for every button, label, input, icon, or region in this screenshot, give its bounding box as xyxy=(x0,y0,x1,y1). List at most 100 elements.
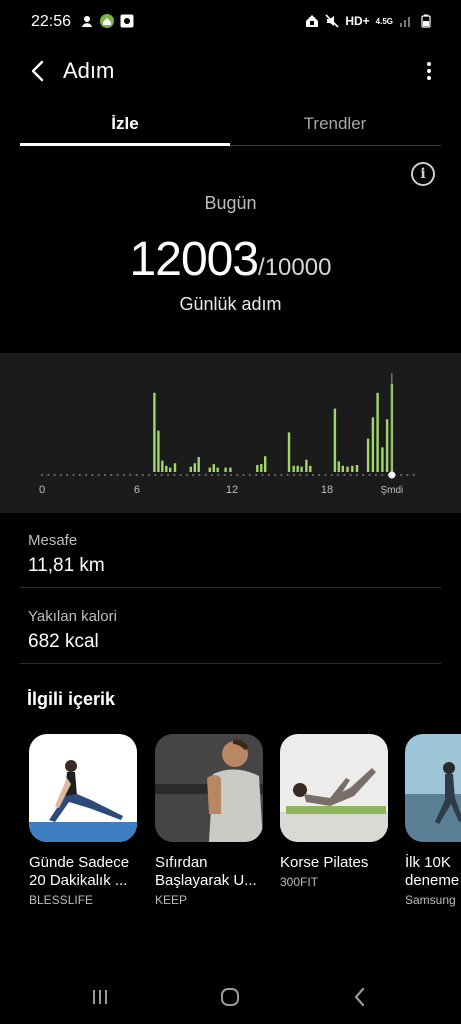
chart-bar xyxy=(212,464,215,472)
chart-baseline-dot xyxy=(261,473,264,477)
chart-bar xyxy=(260,464,263,472)
chart-baseline-dot xyxy=(198,473,201,477)
chart-baseline-dot xyxy=(267,473,270,477)
card-title: Sıfırdan xyxy=(155,854,208,871)
chart-bar xyxy=(296,465,299,472)
chart-baseline-dot xyxy=(110,473,113,477)
more-dot xyxy=(427,69,431,73)
chart-baseline-dot xyxy=(85,473,88,477)
chart-baseline-dot xyxy=(381,473,384,477)
notification-icons xyxy=(80,14,134,28)
divider xyxy=(20,663,441,664)
related-card[interactable]: Günde Sadece 20 Dakikalık ... BLESSLIFE xyxy=(29,734,137,907)
mute-icon xyxy=(325,14,339,28)
back-nav-button[interactable] xyxy=(344,982,374,1012)
back-icon xyxy=(354,987,365,1007)
related-card[interactable]: İlk 10K deneme Samsung xyxy=(405,734,461,907)
chart-baseline-dot xyxy=(53,473,56,477)
chart-baseline-dot xyxy=(173,473,176,477)
info-icon[interactable]: i xyxy=(411,162,435,186)
chart-bar xyxy=(337,461,340,472)
chart-canvas: 0 6 12 18 Şmdi xyxy=(39,373,415,496)
chart-tick-label: 18 xyxy=(321,484,333,496)
related-card[interactable]: Korse Pilates 300FIT xyxy=(280,734,388,889)
chart-bar xyxy=(256,465,259,472)
chevron-left-icon xyxy=(31,60,44,82)
chart-baseline-dot xyxy=(236,473,239,477)
chart-baseline-dot xyxy=(229,473,233,477)
chart-baseline-dot xyxy=(141,473,144,477)
network-type: HD+ xyxy=(345,14,370,28)
home-button[interactable] xyxy=(215,982,245,1012)
chart-baseline-dot xyxy=(286,473,289,477)
chart-baseline-dot xyxy=(400,473,403,477)
chart-tick-label: 12 xyxy=(226,484,238,496)
chart-baseline-dot xyxy=(343,473,346,477)
chart-baseline-dot xyxy=(299,473,302,477)
tab-trendler[interactable]: Trendler xyxy=(230,100,440,148)
more-options-button[interactable] xyxy=(419,56,439,86)
tab-izle[interactable]: İzle xyxy=(20,100,230,148)
card-source: KEEP xyxy=(155,893,188,907)
hourly-steps-chart[interactable]: 0 6 12 18 Şmdi xyxy=(0,353,461,513)
card-title: Günde Sadece xyxy=(29,854,130,871)
chart-bar xyxy=(224,467,227,472)
chart-bar xyxy=(305,459,308,472)
chart-baseline-dot xyxy=(47,473,50,477)
chart-baseline-dot xyxy=(78,473,81,477)
more-dot xyxy=(427,62,431,66)
chart-baseline-dot xyxy=(324,473,327,477)
chart-tick-label: 6 xyxy=(134,484,140,496)
chart-baseline-dot xyxy=(368,473,371,477)
chart-baseline-dot xyxy=(305,473,308,477)
signal-icon xyxy=(400,17,410,27)
chart-baseline-dot xyxy=(255,473,258,477)
chart-bar xyxy=(229,467,232,472)
home-lock-icon xyxy=(306,15,319,27)
chart-baseline-dot xyxy=(154,473,157,477)
chart-baseline-dot xyxy=(97,473,100,477)
chart-bar xyxy=(173,463,177,472)
chart-baseline-dot xyxy=(166,473,170,477)
chart-baseline-dot xyxy=(59,473,63,477)
card-title: Korse Pilates xyxy=(280,854,369,871)
chart-bar xyxy=(351,465,354,472)
distance-value: 11,81 km xyxy=(28,555,105,576)
back-button[interactable] xyxy=(22,56,52,86)
steps-goal: /10000 xyxy=(258,254,332,281)
chart-baseline-dot xyxy=(217,473,220,477)
chart-baseline-dot xyxy=(337,473,340,477)
card-title-line2: 20 Dakikalık ... xyxy=(29,872,128,889)
chart-bar xyxy=(333,408,337,472)
active-tab-indicator xyxy=(20,143,230,146)
recents-button[interactable] xyxy=(85,982,115,1012)
chart-now-dot xyxy=(388,471,396,479)
media-icon xyxy=(120,14,134,28)
chart-bar xyxy=(381,447,384,472)
chart-bar xyxy=(376,392,379,472)
recents-icon xyxy=(93,990,107,1004)
chart-bar xyxy=(157,430,160,472)
card-source: 300FIT xyxy=(280,875,319,889)
related-card[interactable]: Sıfırdan Başlayarak U... KEEP xyxy=(155,734,263,907)
runner-beach-image xyxy=(405,734,461,842)
chart-bar xyxy=(341,465,344,472)
chart-baseline-dot xyxy=(72,473,75,477)
tab-bar: İzle Trendler xyxy=(20,100,441,148)
chart-baseline-dot xyxy=(135,473,138,477)
signal-label: 4.5G xyxy=(375,16,393,26)
home-icon xyxy=(221,988,239,1006)
chart-baseline-dot xyxy=(66,473,69,477)
chart-bar xyxy=(165,465,168,472)
assistant-icon xyxy=(82,16,92,27)
chart-baseline-dot xyxy=(211,473,214,477)
divider xyxy=(20,587,441,588)
pilates-woman-image xyxy=(280,734,388,842)
chart-bar xyxy=(169,467,172,472)
chart-baseline-dot xyxy=(242,473,245,477)
card-source: BLESSLIFE xyxy=(29,893,94,907)
more-dot xyxy=(427,76,431,80)
chart-baseline-dot xyxy=(349,473,352,477)
chart-bar xyxy=(371,417,375,472)
chart-baseline-dot xyxy=(248,473,251,477)
